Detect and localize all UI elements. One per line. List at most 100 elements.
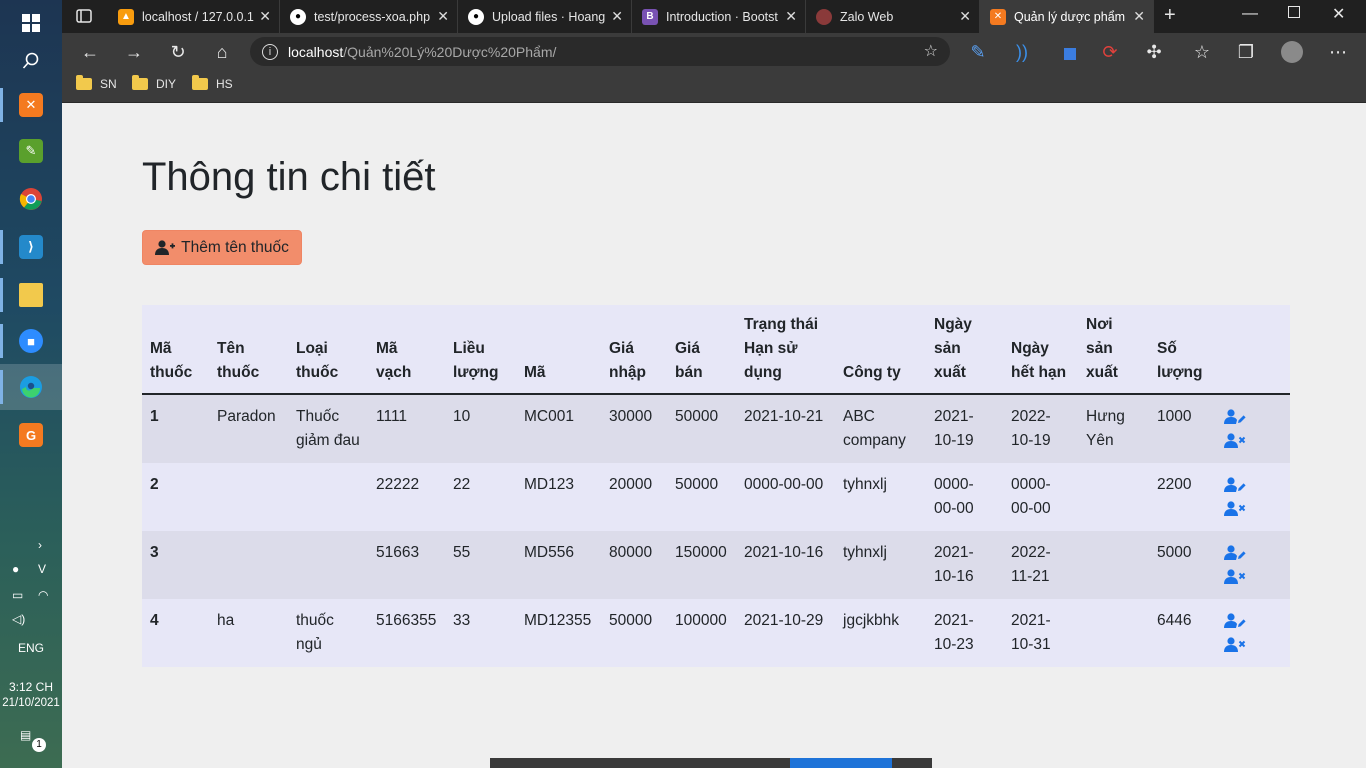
col-header: Giá nhập	[601, 305, 667, 395]
pen-extension-icon[interactable]: ✎	[966, 40, 990, 64]
col-header: Mã vạch	[368, 305, 445, 395]
cell-company: tyhnxlj	[835, 463, 926, 531]
collections-icon[interactable]: ❐	[1234, 40, 1258, 64]
cell-barcode: 22222	[368, 463, 445, 531]
settings-menu-icon[interactable]: ⋯	[1326, 40, 1350, 64]
close-icon[interactable]: ✕	[437, 8, 449, 25]
tab-quan-ly-duoc-pham[interactable]: ✕ Quản lý dược phẩm ✕	[980, 0, 1154, 33]
new-tab-button[interactable]: +	[1164, 4, 1176, 27]
info-icon[interactable]: i	[262, 43, 278, 60]
taskbar-chrome[interactable]	[0, 176, 62, 222]
cell-quantity: 1000	[1149, 394, 1216, 463]
cell-dosage: 22	[445, 463, 516, 531]
col-header: Tên thuốc	[209, 305, 288, 395]
cell-origin: Hưng Yên	[1078, 394, 1149, 463]
cell-code: MC001	[516, 394, 601, 463]
file-explorer-icon	[19, 283, 43, 307]
home-button[interactable]: ⌂	[210, 40, 234, 64]
battery-icon[interactable]: ▭	[12, 588, 23, 602]
microphone-icon[interactable]: ●	[12, 562, 19, 576]
tab-github-upload[interactable]: ● Upload files · Hoang ✕	[458, 0, 632, 33]
bottom-bar-button[interactable]	[790, 758, 892, 768]
cell-sale-price: 50000	[667, 394, 736, 463]
tab-phpmyadmin[interactable]: ▲ localhost / 127.0.0.1 ✕	[108, 0, 280, 33]
taskbar-xampp[interactable]: ✕	[0, 82, 62, 128]
maximize-button[interactable]	[1288, 6, 1300, 18]
wave-extension-icon[interactable]: ))	[1010, 40, 1034, 64]
taskbar-vscode[interactable]: ⟩	[0, 224, 62, 270]
cell-id: 2	[142, 463, 209, 531]
github-icon: ●	[468, 8, 484, 25]
search-button[interactable]	[0, 38, 62, 84]
wifi-icon[interactable]: ◠	[38, 588, 48, 602]
col-header: Mã	[516, 305, 601, 395]
minimize-button[interactable]: —	[1242, 5, 1258, 23]
edit-user-icon[interactable]	[1224, 409, 1246, 425]
cell-type	[288, 531, 368, 599]
tab-github-process[interactable]: ● test/process-xoa.php ✕	[280, 0, 458, 33]
volume-icon[interactable]: ◁)	[12, 612, 25, 626]
chevron-right-icon[interactable]: ›	[38, 538, 42, 552]
delete-user-icon[interactable]	[1224, 637, 1246, 653]
clock-date[interactable]: 21/10/2021	[0, 697, 62, 709]
window-close-button[interactable]: ✕	[1332, 4, 1345, 24]
cell-company: ABC company	[835, 394, 926, 463]
xampp-icon: ✕	[990, 8, 1006, 25]
close-icon[interactable]: ✕	[959, 8, 971, 25]
cell-actions	[1216, 599, 1290, 667]
delete-user-icon[interactable]	[1224, 433, 1246, 449]
cell-barcode: 1111	[368, 394, 445, 463]
taskbar-zoom[interactable]: ■	[0, 318, 62, 364]
close-icon[interactable]: ✕	[611, 8, 623, 25]
taskbar-tool[interactable]: ✎	[0, 128, 62, 174]
cell-barcode: 5166355	[368, 599, 445, 667]
github-icon: ●	[290, 8, 306, 25]
vietkey-icon[interactable]: V	[38, 562, 46, 576]
edit-user-icon[interactable]	[1224, 613, 1246, 629]
edit-user-icon[interactable]	[1224, 477, 1246, 493]
cell-import-price: 30000	[601, 394, 667, 463]
cell-origin	[1078, 463, 1149, 531]
edit-user-icon[interactable]	[1224, 545, 1246, 561]
taskbar-edge[interactable]	[0, 364, 62, 410]
favorites-icon[interactable]: ☆	[1190, 40, 1214, 64]
cell-mfg-date: 2021-10-19	[926, 394, 1003, 463]
favorite-add-icon[interactable]: ☆	[924, 41, 938, 61]
bookmark-diy[interactable]: DIY	[132, 75, 176, 91]
extensions-icon[interactable]: ✣	[1142, 40, 1166, 64]
zoom-icon: ■	[19, 329, 43, 353]
tab-actions-icon[interactable]	[74, 6, 94, 26]
cell-company: tyhnxlj	[835, 531, 926, 599]
delete-user-icon[interactable]	[1224, 569, 1246, 585]
cell-quantity: 5000	[1149, 531, 1216, 599]
color-picker-extension-icon[interactable]	[1058, 40, 1082, 64]
refresh-button[interactable]: ↻	[166, 40, 190, 64]
sync-extension-icon[interactable]: ⟳	[1098, 40, 1122, 64]
folder-icon	[76, 75, 92, 90]
clock-time[interactable]: 3:12 CH	[0, 680, 62, 694]
taskbar-explorer[interactable]	[0, 272, 62, 318]
close-icon[interactable]: ✕	[785, 8, 797, 25]
cell-type	[288, 463, 368, 531]
browser-tabstrip: ▲ localhost / 127.0.0.1 ✕ ● test/process-xo…	[62, 0, 1366, 33]
tab-bootstrap[interactable]: B Introduction · Bootst ✕	[632, 0, 806, 33]
back-button[interactable]: ←	[78, 40, 102, 64]
col-header: Loại thuốc	[288, 305, 368, 395]
language-indicator[interactable]: ENG	[0, 641, 62, 655]
forward-button[interactable]: →	[122, 40, 146, 64]
delete-user-icon[interactable]	[1224, 501, 1246, 517]
taskbar-pdf[interactable]: G	[0, 412, 62, 458]
profile-avatar[interactable]	[1280, 40, 1304, 64]
add-medicine-button[interactable]: Thêm tên thuốc	[142, 230, 302, 265]
pdf-icon: G	[19, 423, 43, 447]
address-bar[interactable]: i localhost/Quản%20Lý%20Dược%20Phẩm/ ☆	[250, 37, 950, 66]
cell-import-price: 20000	[601, 463, 667, 531]
bookmark-sn[interactable]: SN	[76, 75, 117, 91]
notification-icon[interactable]: ▤	[20, 728, 31, 742]
page-content: Thông tin chi tiết Thêm tên thuốc Mã thu…	[62, 103, 1366, 768]
bookmark-hs[interactable]: HS	[192, 75, 233, 91]
close-icon[interactable]: ✕	[1133, 8, 1145, 25]
cell-sale-price: 50000	[667, 463, 736, 531]
tab-zalo[interactable]: Zalo Web ✕	[806, 0, 980, 33]
close-icon[interactable]: ✕	[259, 8, 271, 25]
